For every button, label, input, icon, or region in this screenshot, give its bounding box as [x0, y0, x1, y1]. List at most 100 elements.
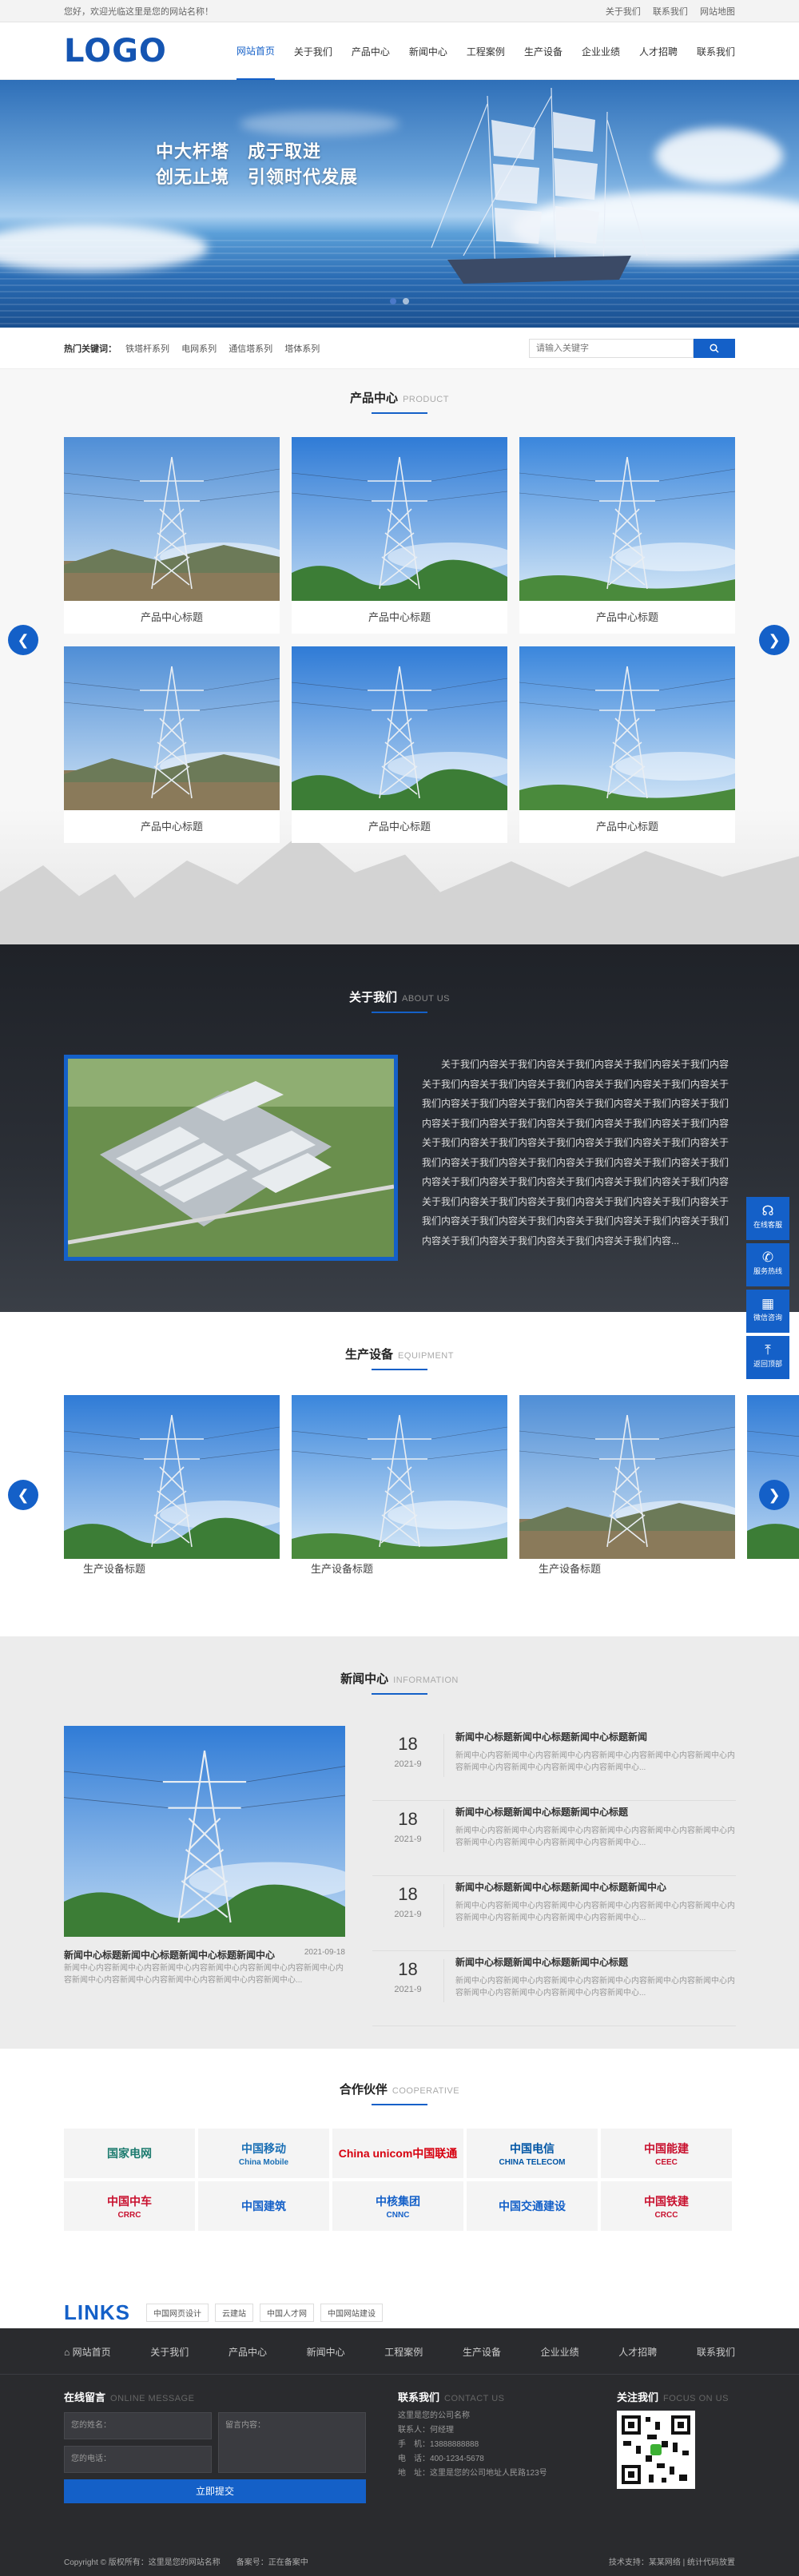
equipment-image[interactable] — [292, 1395, 507, 1559]
friend-link[interactable]: 中国人才网 — [260, 2303, 314, 2322]
news-main-title[interactable]: 新闻中心标题新闻中心标题新闻中心标题新闻中心 — [64, 1948, 275, 1962]
support-text[interactable]: 技术支持：某某网络 | 统计代码放置 — [609, 2555, 735, 2567]
float-hotline[interactable]: ✆ 服务热线 — [746, 1243, 789, 1286]
product-image[interactable] — [64, 437, 280, 601]
nav-news[interactable]: 新闻中心 — [409, 22, 447, 80]
search-input[interactable] — [529, 339, 694, 358]
news-day: 18 — [398, 1734, 418, 1754]
friend-link[interactable]: 中国网页设计 — [146, 2303, 209, 2322]
top-link-contact[interactable]: 联系我们 — [653, 7, 688, 17]
footer-nav-item[interactable]: 工程案例 — [384, 2345, 423, 2359]
name-field[interactable]: 您的姓名： — [64, 2412, 212, 2439]
partner-logo[interactable]: 中国能建 CEEC — [601, 2129, 732, 2178]
search-button[interactable] — [694, 339, 735, 358]
product-image[interactable] — [519, 437, 735, 601]
hot-keyword[interactable]: 塔体系列 — [284, 344, 320, 354]
product-title[interactable]: 产品中心标题 — [64, 601, 280, 634]
equipment-card[interactable]: 生产设备标题 — [292, 1395, 507, 1580]
hot-keyword[interactable]: 电网系列 — [181, 344, 217, 354]
product-title[interactable]: 产品中心标题 — [292, 810, 507, 843]
nav-products[interactable]: 产品中心 — [352, 22, 390, 80]
product-title[interactable]: 产品中心标题 — [64, 810, 280, 843]
message-content-field[interactable]: 留言内容： — [218, 2412, 366, 2473]
news-item-title[interactable]: 新闻中心标题新闻中心标题新闻中心标题 — [455, 1804, 736, 1820]
nav-cases[interactable]: 工程案例 — [467, 22, 505, 80]
partner-logo[interactable]: 中国铁建 CRCC — [601, 2181, 732, 2231]
footer-nav-item[interactable]: 关于我们 — [150, 2345, 189, 2359]
news-item-title[interactable]: 新闻中心标题新闻中心标题新闻中心标题新闻 — [455, 1729, 736, 1745]
product-image[interactable] — [64, 646, 280, 810]
product-card[interactable]: 产品中心标题 — [64, 646, 280, 843]
footer-nav-item[interactable]: 联系我们 — [697, 2345, 735, 2359]
hero-banner[interactable]: 中大杆塔 成于取进 创无止境 引领时代发展 — [0, 80, 799, 328]
banner-dot-1[interactable] — [390, 298, 396, 304]
product-image[interactable] — [292, 646, 507, 810]
equipment-image[interactable] — [64, 1395, 280, 1559]
partner-logo[interactable]: 中国中车 CRRC — [64, 2181, 195, 2231]
partner-logo[interactable]: China unicom中国联通 — [332, 2129, 463, 2178]
nav-performance[interactable]: 企业业绩 — [582, 22, 620, 80]
product-title[interactable]: 产品中心标题 — [519, 810, 735, 843]
partner-logo[interactable]: 中国移动 China Mobile — [198, 2129, 329, 2178]
equipment-prev-arrow[interactable]: ❮ — [8, 1480, 38, 1510]
friend-link[interactable]: 中国网站建设 — [320, 2303, 383, 2322]
submit-button[interactable]: 立即提交 — [64, 2479, 366, 2503]
product-card[interactable]: 产品中心标题 — [64, 437, 280, 634]
product-image[interactable] — [519, 646, 735, 810]
partner-logo[interactable]: 中核集团 CNNC — [332, 2181, 463, 2231]
friend-link[interactable]: 云建站 — [215, 2303, 253, 2322]
product-card[interactable]: 产品中心标题 — [519, 437, 735, 634]
partner-logo[interactable]: 中国建筑 — [198, 2181, 329, 2231]
product-card[interactable]: 产品中心标题 — [519, 646, 735, 843]
equipment-next-arrow[interactable]: ❯ — [759, 1480, 789, 1510]
equipment-image[interactable] — [747, 1395, 799, 1559]
products-next-arrow[interactable]: ❯ — [759, 625, 789, 655]
phone-field[interactable]: 您的电话： — [64, 2446, 212, 2473]
equipment-title[interactable]: 生产设备标题 — [292, 1559, 507, 1580]
footer-nav-item[interactable]: 产品中心 — [229, 2345, 267, 2359]
product-title[interactable]: 产品中心标题 — [519, 601, 735, 634]
float-back-to-top[interactable]: ⤒ 返回顶部 — [746, 1336, 789, 1379]
top-link-sitemap[interactable]: 网站地图 — [700, 7, 735, 17]
product-title[interactable]: 产品中心标题 — [292, 601, 507, 634]
nav-home[interactable]: 网站首页 — [236, 22, 275, 80]
nav-equipment[interactable]: 生产设备 — [524, 22, 562, 80]
partner-logo[interactable]: 中国交通建设 — [467, 2181, 598, 2231]
news-item[interactable]: 18 2021-9 新闻中心标题新闻中心标题新闻中心标题新闻 新闻中心内容新闻中心内… — [372, 1726, 736, 1801]
partner-logo[interactable]: 国家电网 — [64, 2129, 195, 2178]
float-online-service[interactable]: ☊ 在线客服 — [746, 1197, 789, 1240]
footer-nav-home[interactable]: ⌂ 网站首页 — [64, 2345, 111, 2359]
news-item-title[interactable]: 新闻中心标题新闻中心标题新闻中心标题新闻中心 — [455, 1879, 736, 1895]
float-wechat[interactable]: ▦ 微信咨询 — [746, 1290, 789, 1333]
product-card[interactable]: 产品中心标题 — [292, 646, 507, 843]
news-item[interactable]: 18 2021-9 新闻中心标题新闻中心标题新闻中心标题 新闻中心内容新闻中心内容新… — [372, 1801, 736, 1876]
products-prev-arrow[interactable]: ❮ — [8, 625, 38, 655]
hot-keyword[interactable]: 通信塔系列 — [229, 344, 272, 354]
nav-jobs[interactable]: 人才招聘 — [639, 22, 678, 80]
equipment-card[interactable]: 生产设备标题 — [519, 1395, 735, 1580]
banner-dot-2[interactable] — [403, 298, 409, 304]
about-image[interactable] — [64, 1055, 398, 1261]
news-item-title[interactable]: 新闻中心标题新闻中心标题新闻中心标题 — [455, 1954, 736, 1970]
about-text: 关于我们内容关于我们内容关于我们内容关于我们内容关于我们内容关于我们内容关于我们… — [422, 1059, 729, 1246]
equipment-title[interactable]: 生产设备标题 — [64, 1559, 280, 1580]
equipment-image[interactable] — [519, 1395, 735, 1559]
top-link-about[interactable]: 关于我们 — [606, 7, 641, 17]
equipment-card[interactable]: 生产设备标题 — [64, 1395, 280, 1580]
product-image[interactable] — [292, 437, 507, 601]
footer-nav-item[interactable]: 企业业绩 — [541, 2345, 579, 2359]
news-item[interactable]: 18 2021-9 新闻中心标题新闻中心标题新闻中心标题 新闻中心内容新闻中心内容新… — [372, 1951, 736, 2026]
nav-about[interactable]: 关于我们 — [294, 22, 332, 80]
news-main-title-row[interactable]: 新闻中心标题新闻中心标题新闻中心标题新闻中心 2021-09-18 — [64, 1948, 345, 1962]
news-main-image[interactable] — [64, 1726, 345, 1937]
news-item[interactable]: 18 2021-9 新闻中心标题新闻中心标题新闻中心标题新闻中心 新闻中心内容新闻中… — [372, 1876, 736, 1951]
site-logo[interactable]: LOGO — [64, 33, 167, 70]
footer-nav-item[interactable]: 新闻中心 — [307, 2345, 345, 2359]
hot-keyword[interactable]: 铁塔杆系列 — [125, 344, 169, 354]
nav-contact[interactable]: 联系我们 — [697, 22, 735, 80]
footer-nav-item[interactable]: 生产设备 — [463, 2345, 501, 2359]
product-card[interactable]: 产品中心标题 — [292, 437, 507, 634]
partner-logo[interactable]: 中国电信 CHINA TELECOM — [467, 2129, 598, 2178]
footer-nav-item[interactable]: 人才招聘 — [618, 2345, 657, 2359]
equipment-title[interactable]: 生产设备标题 — [519, 1559, 735, 1580]
